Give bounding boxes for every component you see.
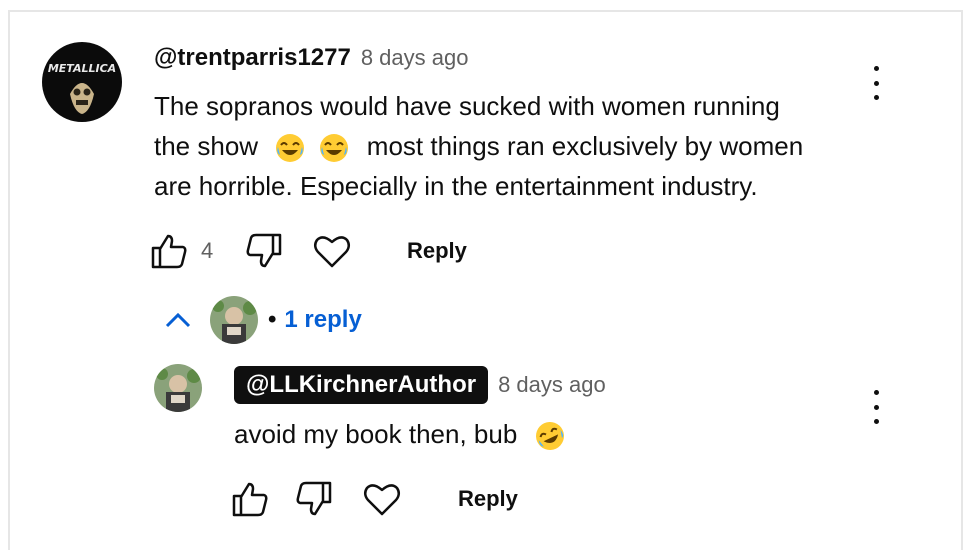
- reply-text-content: avoid my book then, bub: [234, 419, 518, 449]
- reply-dislike-button[interactable]: [295, 480, 333, 518]
- reply-header: @LLKirchnerAuthor 8 days ago: [234, 366, 606, 404]
- like-button[interactable]: [150, 232, 188, 270]
- joy-emoji-icon: [275, 133, 305, 163]
- reply-heart-button[interactable]: [363, 481, 401, 517]
- comment-author[interactable]: @trentparris1277: [154, 44, 351, 72]
- reply-reply-button[interactable]: Reply: [458, 486, 518, 512]
- thumbs-up-icon: [151, 234, 187, 269]
- replies-count-label: 1 reply: [284, 306, 362, 333]
- reply-like-button[interactable]: [231, 480, 269, 518]
- joy-emoji-icon: [319, 133, 349, 163]
- comment-text: The sopranos would have sucked with wome…: [154, 86, 874, 206]
- thumbs-up-icon: [232, 482, 268, 517]
- reply-preview-avatar: [210, 296, 258, 344]
- replies-bullet: •: [268, 306, 277, 333]
- reply-button[interactable]: Reply: [407, 238, 467, 264]
- heart-button[interactable]: [313, 233, 351, 269]
- reply-text: avoid my book then, bub: [234, 414, 834, 454]
- thumbs-down-icon: [296, 481, 332, 516]
- comment-text-line: The sopranos would have sucked with wome…: [154, 91, 780, 121]
- chevron-up-icon: [165, 312, 191, 328]
- comment-text-line: the show most things ran exclusively by …: [154, 126, 874, 166]
- heart-icon: [314, 236, 350, 268]
- reply-menu-icon[interactable]: [866, 390, 886, 424]
- reply-author-avatar[interactable]: [154, 364, 202, 412]
- reply-author-badge[interactable]: @LLKirchnerAuthor: [234, 366, 489, 404]
- reply-timestamp[interactable]: 8 days ago: [498, 372, 606, 398]
- commenter-avatar[interactable]: METALLICA: [42, 42, 122, 122]
- comment-timestamp[interactable]: 8 days ago: [361, 45, 469, 71]
- thumbs-down-icon: [246, 233, 282, 268]
- like-count: 4: [201, 238, 214, 263]
- comment-text-segment: most things ran exclusively by women: [366, 131, 804, 161]
- comment-header: @trentparris1277 8 days ago: [154, 44, 468, 72]
- replies-toggle[interactable]: • 1 reply: [164, 296, 362, 344]
- comment-text-line: are horrible. Especially in the entertai…: [154, 171, 758, 201]
- rofl-emoji-icon: [535, 421, 565, 451]
- dislike-button[interactable]: [245, 232, 283, 270]
- svg-text:METALLICA: METALLICA: [48, 62, 116, 75]
- comment-text-segment: the show: [154, 131, 259, 161]
- heart-icon: [364, 484, 400, 516]
